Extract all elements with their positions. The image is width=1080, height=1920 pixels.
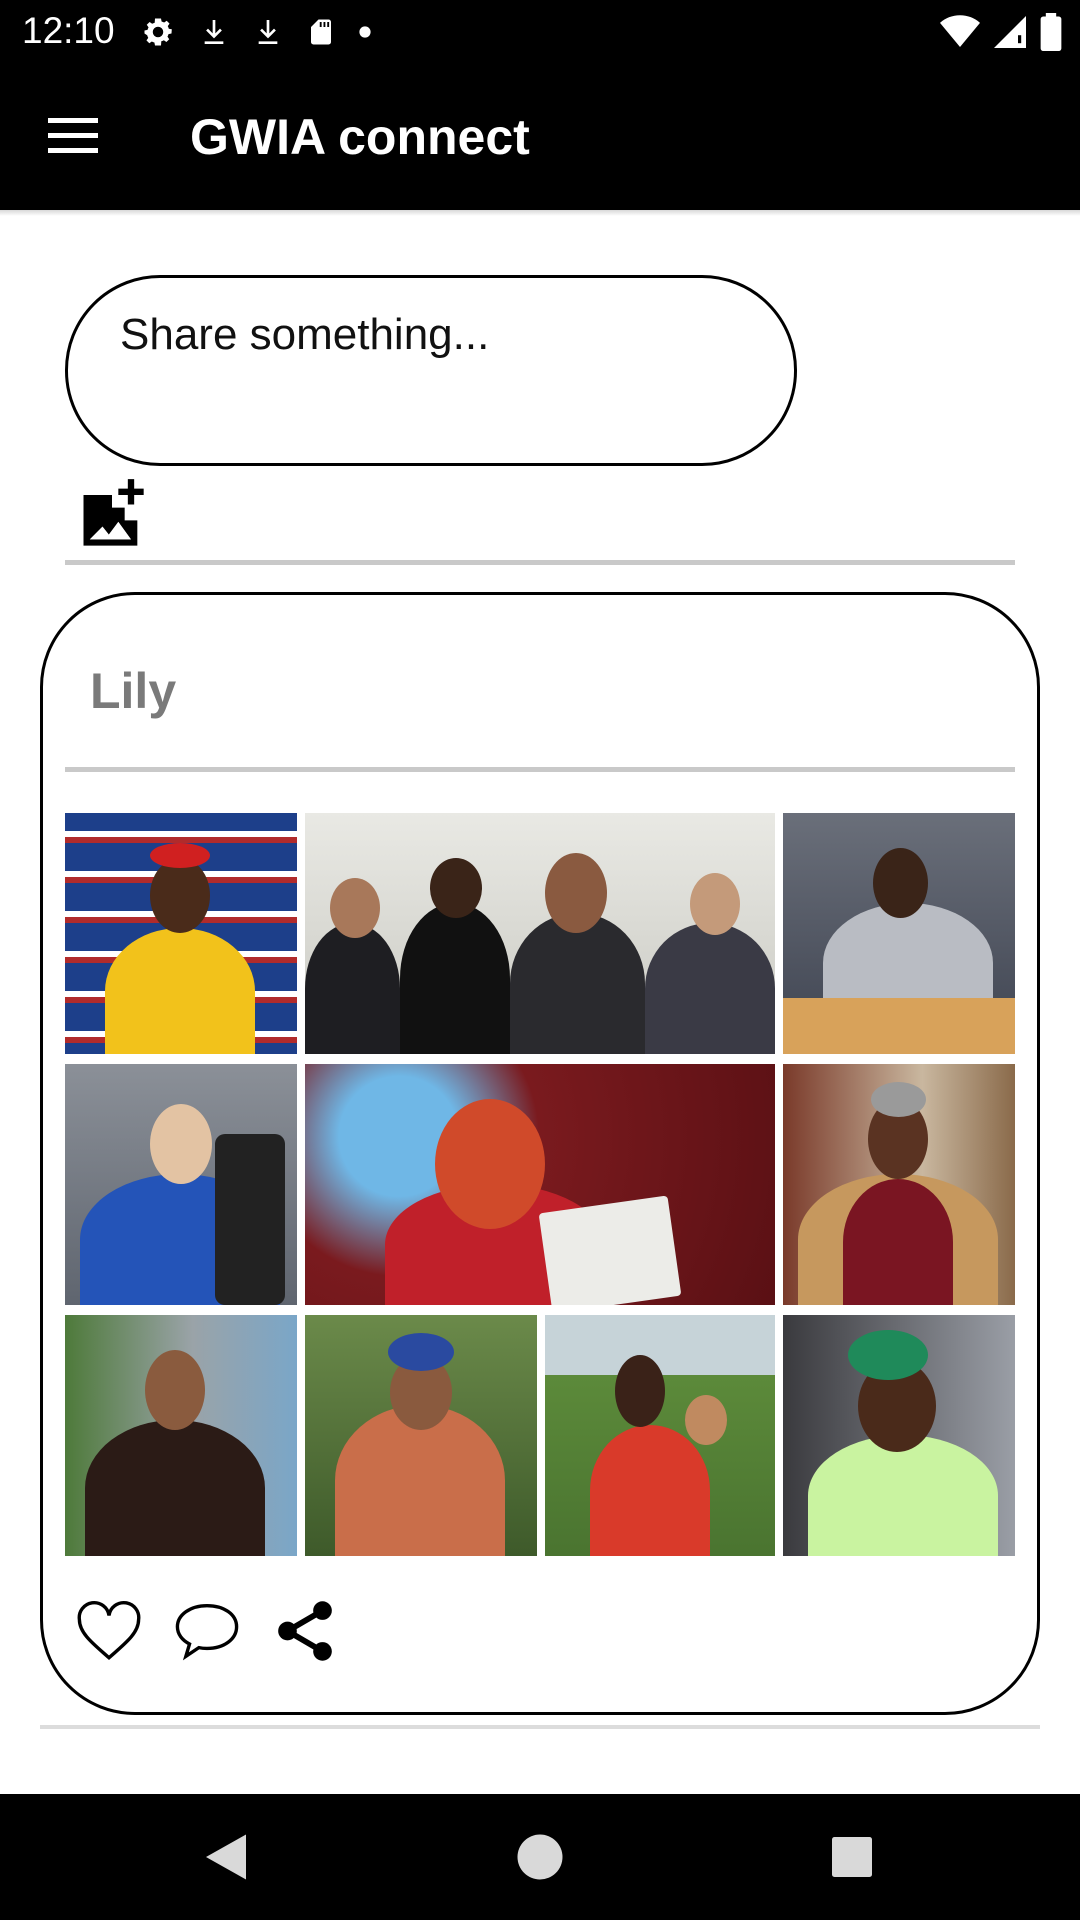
- heart-icon[interactable]: [74, 1600, 144, 1662]
- post-photo[interactable]: [305, 1315, 537, 1556]
- status-icons-left: [140, 12, 372, 52]
- app-title: GWIA connect: [190, 109, 530, 165]
- add-photo-button[interactable]: [74, 476, 150, 552]
- status-time: 12:10: [22, 10, 115, 51]
- status-icons-right: [940, 12, 1062, 52]
- add-photo-icon: [83, 479, 144, 546]
- download-icon: [204, 20, 224, 44]
- sd-card-icon: [311, 19, 331, 45]
- post-photo[interactable]: [65, 813, 297, 1054]
- battery-icon: [1040, 13, 1062, 51]
- status-bar: 12:10: [0, 0, 1080, 63]
- post-photo[interactable]: [65, 1315, 297, 1556]
- app-bar: GWIA connect: [0, 63, 1080, 210]
- app-bar-shadow: [0, 210, 1080, 216]
- post-photo[interactable]: [783, 1064, 1015, 1305]
- recents-icon[interactable]: [822, 1827, 882, 1887]
- post-photo[interactable]: [65, 1064, 297, 1305]
- post-photo[interactable]: [783, 813, 1015, 1054]
- hamburger-menu-icon[interactable]: [36, 105, 108, 165]
- settings-icon: [144, 18, 172, 46]
- post-divider: [65, 767, 1015, 772]
- post-photo[interactable]: [305, 1064, 775, 1305]
- home-icon[interactable]: [510, 1827, 570, 1887]
- signal-icon: [994, 16, 1026, 48]
- system-nav-bar: [0, 1794, 1080, 1920]
- share-input[interactable]: [118, 308, 722, 362]
- wifi-icon: [940, 15, 980, 48]
- share-composer[interactable]: [65, 275, 797, 466]
- post-photo[interactable]: [783, 1315, 1015, 1556]
- download-icon: [258, 20, 278, 44]
- post-photo[interactable]: [545, 1315, 775, 1556]
- dot-icon: [359, 26, 371, 38]
- composer-divider: [65, 560, 1015, 565]
- comment-icon[interactable]: [172, 1600, 242, 1662]
- share-icon[interactable]: [270, 1596, 340, 1666]
- post-card-shadow: [40, 1725, 1040, 1729]
- post-photo[interactable]: [305, 813, 775, 1054]
- back-icon[interactable]: [196, 1827, 256, 1887]
- post-author[interactable]: Lily: [90, 662, 176, 720]
